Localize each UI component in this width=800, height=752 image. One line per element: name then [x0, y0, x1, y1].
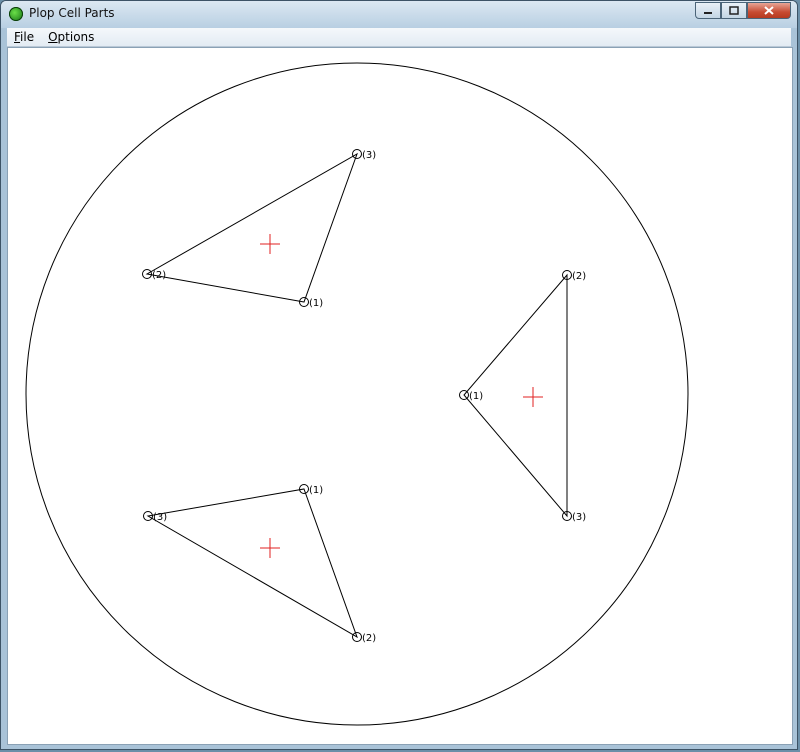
- triangle-3: [146, 488, 358, 639]
- close-icon: [764, 6, 774, 15]
- close-button[interactable]: [747, 2, 791, 19]
- menu-options-label: ptions: [57, 30, 95, 44]
- vertex-label: (2): [152, 270, 166, 281]
- vertex-label: (3): [362, 150, 376, 161]
- menu-options-mnemonic: O: [48, 30, 58, 44]
- maximize-button[interactable]: [721, 2, 747, 19]
- drawing-canvas[interactable]: (1) (2) (3) (1) (2) (3) (1) (2) (3): [7, 47, 793, 745]
- centroid-cross-icon: [523, 387, 543, 407]
- app-cell-icon: [9, 7, 23, 21]
- vertex-label: (3): [153, 512, 167, 523]
- vertex-label: (1): [469, 391, 483, 402]
- window-title: Plop Cell Parts: [29, 6, 115, 20]
- vertex-label: (2): [572, 271, 586, 282]
- app-window: Plop Cell Parts File Options (1) (2) (3) (1…: [0, 0, 798, 750]
- vertex-label: (2): [362, 633, 376, 644]
- caption-buttons: [695, 2, 791, 19]
- menu-options[interactable]: Options: [41, 28, 101, 46]
- vertex-label: (3): [572, 512, 586, 523]
- minimize-button[interactable]: [695, 2, 721, 19]
- cell-boundary-circle: [25, 62, 689, 726]
- centroid-cross-icon: [260, 234, 280, 254]
- maximize-icon: [729, 6, 739, 15]
- triangle-1: [145, 152, 358, 303]
- title-bar[interactable]: Plop Cell Parts: [1, 1, 797, 28]
- cell-diagram[interactable]: (1) (2) (3) (1) (2) (3) (1) (2) (3): [8, 48, 792, 744]
- minimize-icon: [704, 11, 712, 14]
- menu-file-label: ile: [20, 30, 35, 44]
- vertex-label: (1): [309, 485, 323, 496]
- menu-file[interactable]: File: [7, 28, 41, 46]
- centroid-cross-icon: [260, 538, 280, 558]
- menu-bar: File Options: [7, 28, 791, 47]
- vertex-label: (1): [309, 298, 323, 309]
